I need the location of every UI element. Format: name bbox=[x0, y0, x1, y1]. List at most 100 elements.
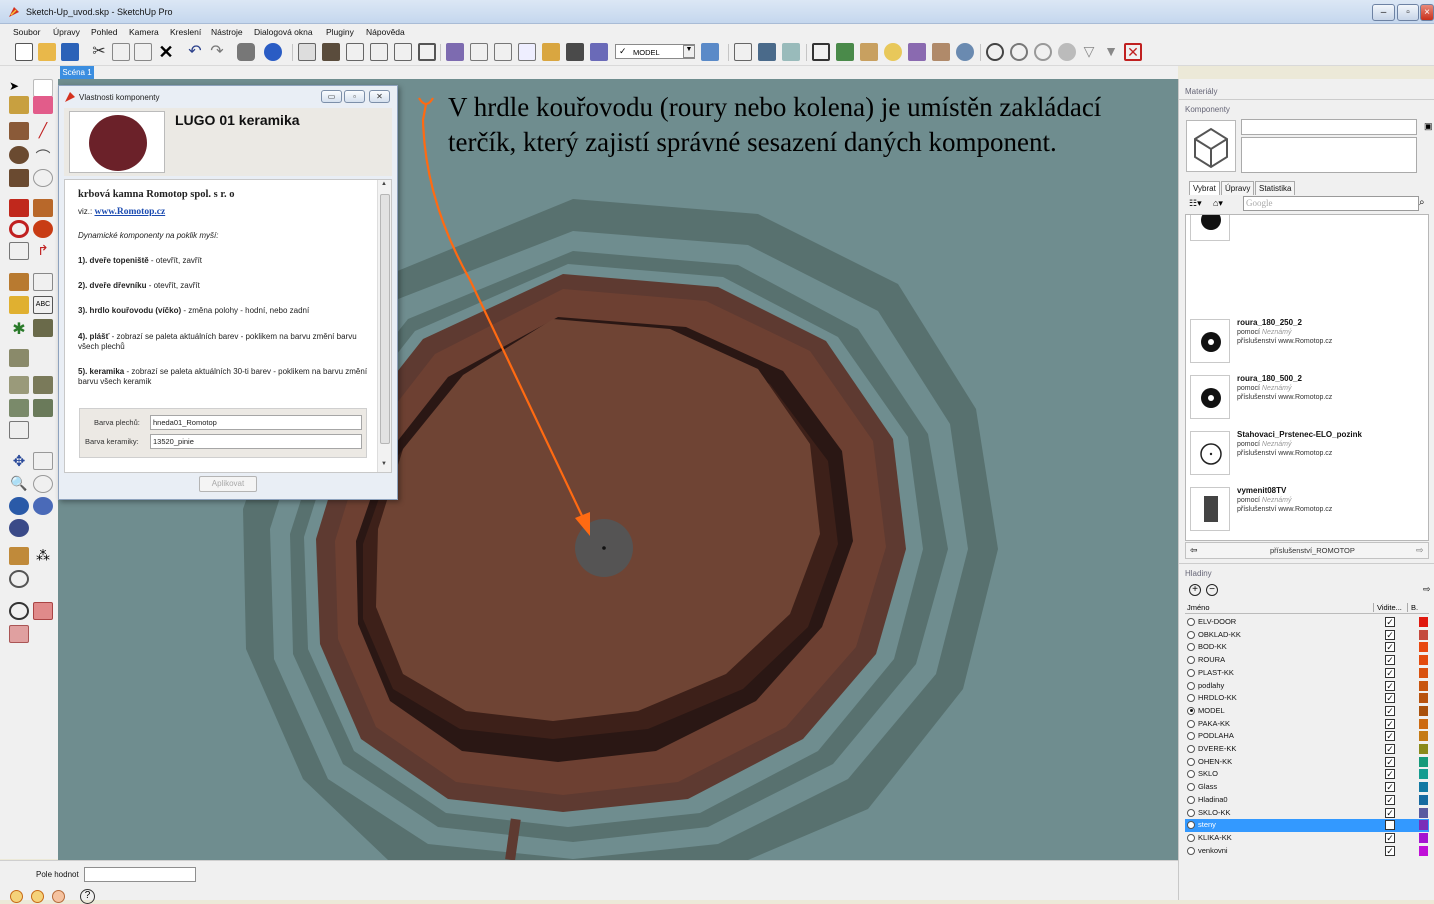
layer-active-radio[interactable] bbox=[1187, 808, 1195, 817]
help-icon[interactable]: ? bbox=[80, 889, 95, 904]
layer-row[interactable]: Glass ✓ bbox=[1185, 781, 1429, 794]
layer-active-radio[interactable] bbox=[1187, 656, 1195, 665]
layer-visible-checkbox[interactable]: ✓ bbox=[1385, 794, 1395, 805]
layer-visible-checkbox[interactable]: ✓ bbox=[1385, 629, 1395, 640]
layer-active-radio[interactable] bbox=[1187, 694, 1195, 703]
dialog-close-button[interactable]: ✕ bbox=[369, 90, 390, 103]
layer-color-swatch[interactable] bbox=[1419, 617, 1428, 627]
component-description-field[interactable] bbox=[1241, 137, 1417, 173]
layer-visible-checkbox[interactable]: ✓ bbox=[1385, 744, 1395, 754]
layer-visible-checkbox[interactable]: ✓ bbox=[1385, 756, 1395, 767]
list-item[interactable] bbox=[1186, 215, 1418, 247]
layer-row[interactable]: DVERE-KK ✓ bbox=[1185, 743, 1429, 756]
layer-visible-checkbox[interactable]: ✓ bbox=[1385, 807, 1395, 818]
scroll-up-icon[interactable]: ▲ bbox=[381, 181, 387, 187]
apply-button[interactable]: Aplikovat bbox=[199, 476, 257, 492]
layer-row[interactable]: podlahy ✓ bbox=[1185, 680, 1429, 693]
layer-color-swatch[interactable] bbox=[1419, 642, 1428, 653]
layer-color-swatch[interactable] bbox=[1419, 629, 1428, 640]
pole-hodnot-input[interactable] bbox=[84, 867, 196, 882]
layer-color-swatch[interactable] bbox=[1419, 845, 1428, 856]
layer-color-swatch[interactable] bbox=[1419, 756, 1428, 767]
layer-active-radio[interactable] bbox=[1187, 770, 1195, 779]
layer-visible-checkbox[interactable]: ✓ bbox=[1385, 731, 1395, 742]
layer-active-radio[interactable] bbox=[1187, 833, 1195, 842]
layer-color-swatch[interactable] bbox=[1419, 782, 1428, 793]
barva-plechu-input[interactable]: hneda01_Romotop bbox=[150, 415, 362, 430]
layer-row[interactable]: KLIKA-KK ✓ bbox=[1185, 832, 1429, 845]
forward-arrow-icon[interactable]: ⇨ bbox=[1416, 545, 1424, 556]
layer-color-swatch[interactable] bbox=[1419, 693, 1428, 704]
scrollbar-thumb[interactable] bbox=[380, 194, 390, 444]
remove-layer-icon[interactable]: − bbox=[1206, 584, 1218, 596]
list-item[interactable]: roura_180_250_2 pomocí Neznámý příslušen… bbox=[1186, 315, 1418, 369]
barva-keramiky-input[interactable]: 13520_pinie bbox=[150, 434, 362, 449]
credits-status-icon[interactable] bbox=[31, 890, 44, 903]
layer-active-radio[interactable] bbox=[1187, 630, 1195, 639]
tab-vybrat[interactable]: Vybrat bbox=[1189, 181, 1220, 195]
layer-visible-checkbox[interactable]: ✓ bbox=[1385, 845, 1395, 856]
romotop-link[interactable]: www.Romotop.cz bbox=[94, 207, 165, 217]
list-item[interactable]: roura_180_500_2 pomocí Neznámý příslušen… bbox=[1186, 371, 1418, 425]
description-scrollbar[interactable]: ▲ ▼ bbox=[377, 180, 391, 472]
layer-color-swatch[interactable] bbox=[1419, 667, 1428, 678]
components-title[interactable]: Komponenty bbox=[1185, 105, 1230, 114]
layer-visible-checkbox[interactable]: ✓ bbox=[1385, 832, 1395, 843]
layer-row[interactable]: OHEN-KK ✓ bbox=[1185, 756, 1429, 769]
col-color-header[interactable]: B. bbox=[1407, 603, 1418, 612]
dialog-maximize-button[interactable]: ▫ bbox=[344, 90, 365, 103]
dialog-minimize-button[interactable]: ▭ bbox=[321, 90, 342, 103]
layer-row[interactable]: ELV-DOOR ✓ bbox=[1185, 616, 1429, 629]
tab-statistika[interactable]: Statistika bbox=[1255, 181, 1296, 195]
layer-color-swatch[interactable] bbox=[1419, 731, 1428, 742]
layer-row[interactable]: venkovni ✓ bbox=[1185, 845, 1429, 858]
back-arrow-icon[interactable]: ⇦ bbox=[1190, 545, 1198, 556]
layer-active-radio[interactable] bbox=[1187, 795, 1195, 804]
layer-color-swatch[interactable] bbox=[1419, 807, 1428, 818]
layer-row[interactable]: ROURA ✓ bbox=[1185, 654, 1429, 667]
scroll-down-icon[interactable]: ▼ bbox=[381, 461, 387, 467]
layer-color-swatch[interactable] bbox=[1419, 832, 1428, 843]
add-layer-icon[interactable]: + bbox=[1189, 584, 1201, 596]
layer-row[interactable]: PLAST-KK ✓ bbox=[1185, 667, 1429, 680]
col-name-header[interactable]: Jméno bbox=[1187, 603, 1210, 612]
layer-row[interactable]: BOD-KK ✓ bbox=[1185, 641, 1429, 654]
list-item[interactable]: vymenit08TV pomocí Neznámý příslušenství… bbox=[1186, 483, 1418, 537]
layer-visible-checkbox[interactable]: ✓ bbox=[1385, 782, 1395, 793]
layer-active-radio[interactable] bbox=[1187, 643, 1195, 652]
layer-visible-checkbox[interactable]: ✓ bbox=[1385, 769, 1395, 780]
layer-active-radio[interactable] bbox=[1187, 846, 1195, 855]
layer-active-radio[interactable] bbox=[1187, 618, 1195, 626]
layer-details-icon[interactable]: ⇨ bbox=[1423, 584, 1431, 595]
layer-color-swatch[interactable] bbox=[1419, 794, 1428, 805]
layer-color-swatch[interactable] bbox=[1419, 655, 1428, 666]
geo-status-icon[interactable] bbox=[10, 890, 23, 903]
maximize-button[interactable]: ▫ bbox=[1397, 4, 1419, 21]
layer-visible-checkbox[interactable]: ✓ bbox=[1385, 667, 1395, 678]
layer-color-swatch[interactable] bbox=[1419, 718, 1428, 729]
details-icon[interactable]: ▣ bbox=[1424, 121, 1433, 132]
layer-active-radio[interactable] bbox=[1187, 745, 1195, 753]
search-icon[interactable]: ⌕ bbox=[1419, 197, 1425, 208]
layer-row[interactable]: PAKA-KK ✓ bbox=[1185, 718, 1429, 731]
layer-color-swatch[interactable] bbox=[1419, 744, 1428, 754]
layer-color-swatch[interactable] bbox=[1419, 680, 1428, 691]
layer-row[interactable]: PODLAHA ✓ bbox=[1185, 730, 1429, 743]
layer-row[interactable]: SKLO-KK ✓ bbox=[1185, 807, 1429, 820]
layer-row[interactable]: MODEL ✓ bbox=[1185, 705, 1429, 718]
layer-active-radio[interactable] bbox=[1187, 757, 1195, 766]
layers-title[interactable]: Hladiny bbox=[1185, 569, 1212, 578]
layer-active-radio[interactable] bbox=[1187, 681, 1195, 690]
layer-visible-checkbox[interactable]: ✓ bbox=[1385, 693, 1395, 704]
layer-active-radio[interactable] bbox=[1187, 706, 1195, 715]
layer-active-radio[interactable] bbox=[1187, 719, 1195, 728]
layer-visible-checkbox[interactable]: ✓ bbox=[1385, 655, 1395, 666]
layer-active-radio[interactable] bbox=[1187, 821, 1195, 830]
view-options-icon[interactable]: ☷▾ bbox=[1189, 198, 1202, 209]
tab-upravy[interactable]: Úpravy bbox=[1221, 181, 1255, 195]
materials-title[interactable]: Materiály bbox=[1185, 87, 1217, 96]
layer-visible-checkbox[interactable]: ✓ bbox=[1385, 718, 1395, 729]
layer-visible-checkbox[interactable] bbox=[1385, 820, 1395, 831]
layer-color-swatch[interactable] bbox=[1419, 820, 1428, 831]
component-name-field[interactable] bbox=[1241, 119, 1417, 135]
